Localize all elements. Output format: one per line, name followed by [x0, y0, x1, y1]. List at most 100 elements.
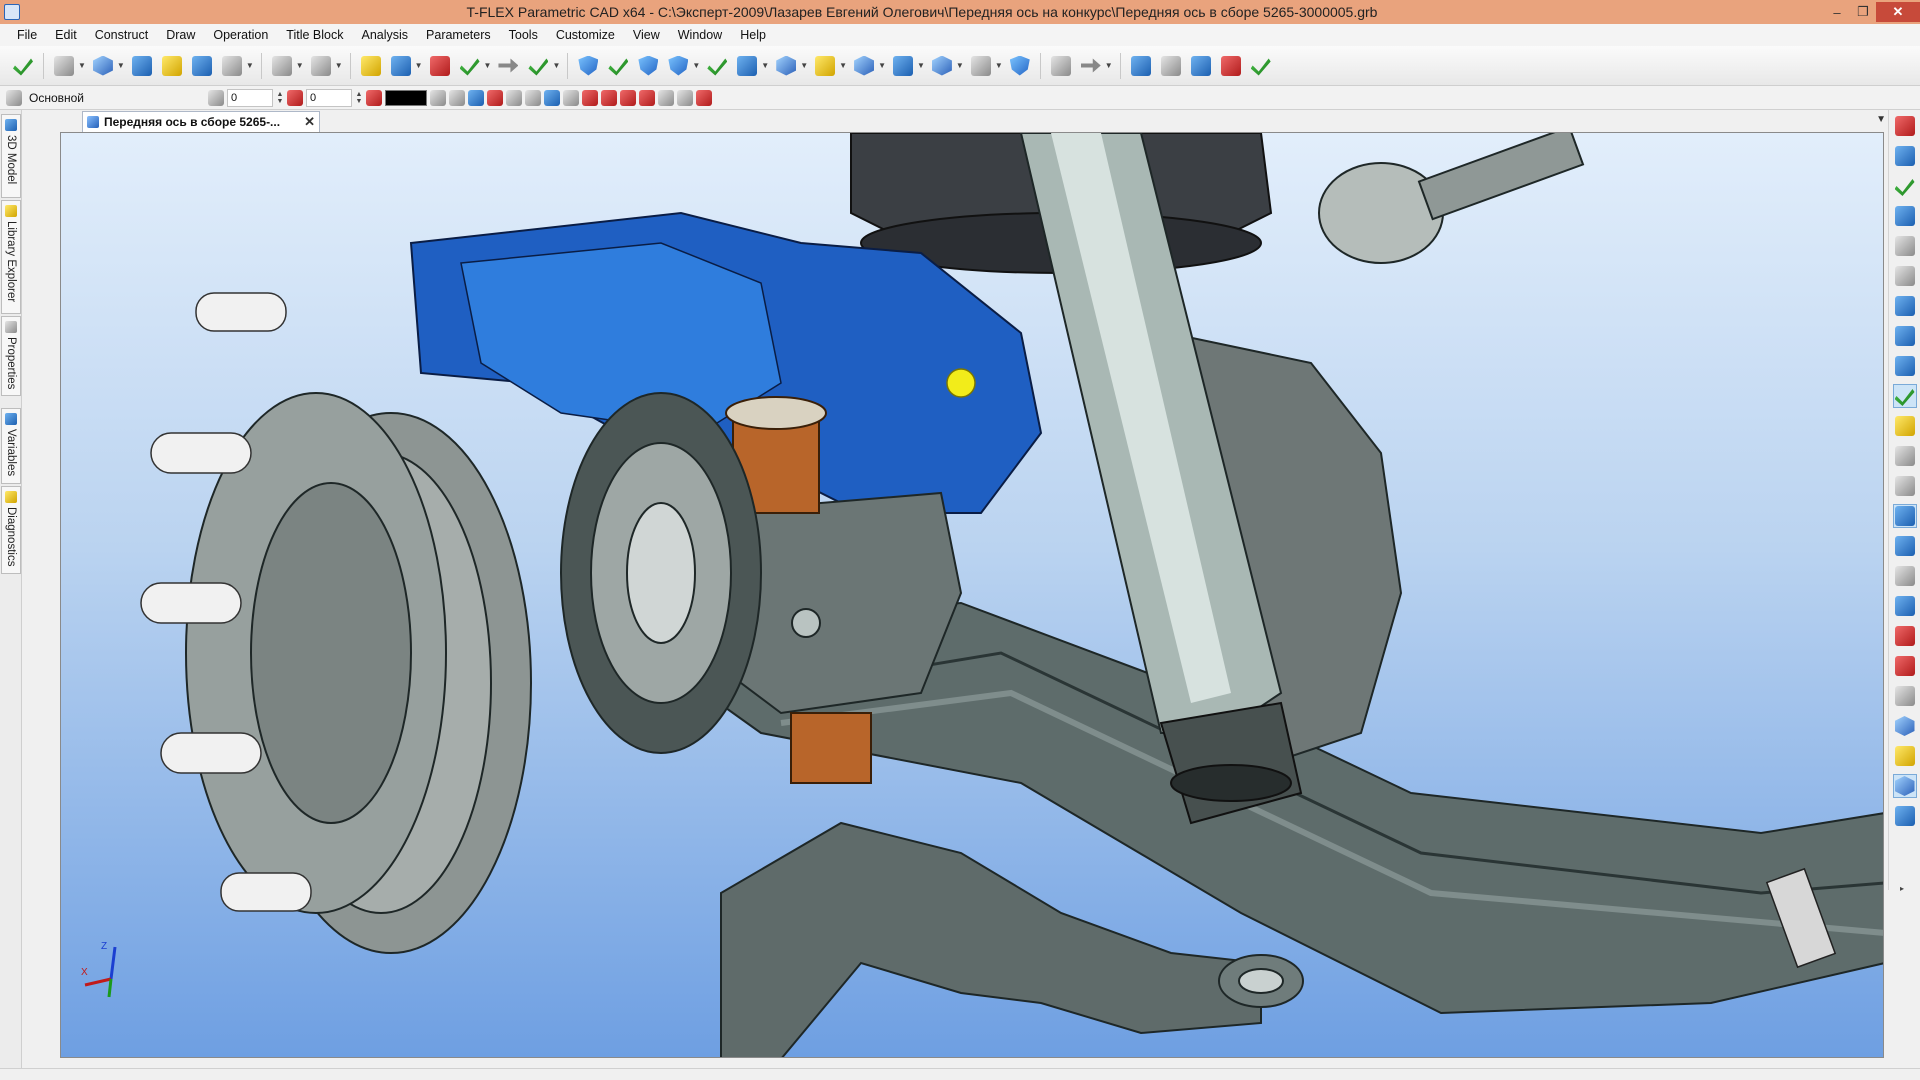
- section-button[interactable]: [1048, 53, 1074, 79]
- tab-variables[interactable]: Variables: [1, 408, 21, 484]
- zoom-previous-button[interactable]: [1893, 354, 1917, 378]
- save-button[interactable]: [189, 53, 215, 79]
- check-geometry-button[interactable]: [1893, 624, 1917, 648]
- chamfer-dropdown[interactable]: ▼: [878, 61, 886, 70]
- new-3d-dropdown[interactable]: ▼: [117, 61, 125, 70]
- extrusion-button[interactable]: [575, 53, 601, 79]
- selector-icon[interactable]: [449, 89, 465, 106]
- level-input[interactable]: 0: [227, 88, 273, 107]
- snap-toggle-button[interactable]: [1893, 174, 1917, 198]
- pan-button[interactable]: [1893, 414, 1917, 438]
- new-3d-button[interactable]: [90, 53, 116, 79]
- boolean-button[interactable]: [635, 53, 661, 79]
- select-vertex-icon[interactable]: [506, 89, 522, 106]
- redo-button[interactable]: [308, 53, 334, 79]
- restore-button[interactable]: ❐: [1850, 2, 1876, 22]
- menu-customize[interactable]: Customize: [547, 24, 624, 46]
- 3d-axis-button[interactable]: [495, 53, 521, 79]
- zoom-window-button[interactable]: [1893, 204, 1917, 228]
- menu-edit[interactable]: Edit: [46, 24, 86, 46]
- workplane-dropdown[interactable]: ▼: [415, 61, 423, 70]
- close-tab-button[interactable]: ✕: [304, 114, 315, 130]
- level-spinner[interactable]: ▲ ▼: [276, 91, 284, 105]
- sheet-metal-button[interactable]: [929, 53, 955, 79]
- templates-button[interactable]: [129, 53, 155, 79]
- menu-analysis[interactable]: Analysis: [352, 24, 417, 46]
- tab-library-explorer[interactable]: Library Explorer: [1, 200, 21, 314]
- rotation-button[interactable]: [605, 53, 631, 79]
- properties-button[interactable]: [358, 53, 384, 79]
- close-window-button[interactable]: ✕: [1876, 2, 1920, 22]
- array-dropdown[interactable]: ▼: [800, 61, 808, 70]
- confirm-button[interactable]: [10, 53, 36, 79]
- select-edge-icon[interactable]: [525, 89, 541, 106]
- orbit-button[interactable]: [1893, 444, 1917, 468]
- workplane-button[interactable]: [388, 53, 414, 79]
- menu-parameters[interactable]: Parameters: [417, 24, 500, 46]
- zoom-in-button[interactable]: [1893, 294, 1917, 318]
- 3d-profile-dropdown[interactable]: ▼: [552, 61, 560, 70]
- walk-button[interactable]: [1893, 474, 1917, 498]
- selection-mode-button[interactable]: [1892, 504, 1917, 528]
- color-swatch[interactable]: [385, 89, 427, 106]
- color-palette-icon[interactable]: [366, 89, 382, 106]
- document-tab[interactable]: Передняя ось в сборе 5265-... ✕: [82, 111, 320, 132]
- loft-button[interactable]: [704, 53, 730, 79]
- wireframe-button[interactable]: [1893, 714, 1917, 738]
- select-loop-icon[interactable]: [544, 89, 560, 106]
- menu-title-block[interactable]: Title Block: [277, 24, 352, 46]
- check-intersections-button[interactable]: [1893, 654, 1917, 678]
- shell-dropdown[interactable]: ▼: [692, 61, 700, 70]
- snap-points-button[interactable]: [1893, 144, 1917, 168]
- menu-window[interactable]: Window: [669, 24, 731, 46]
- select-fragment-icon[interactable]: [620, 89, 636, 106]
- surface-dropdown[interactable]: ▼: [995, 61, 1003, 70]
- app-icon[interactable]: [4, 4, 20, 20]
- snap-magnet-button[interactable]: [1893, 114, 1917, 138]
- fillet-button[interactable]: [812, 53, 838, 79]
- select-shell-icon[interactable]: [677, 89, 693, 106]
- deselect-icon[interactable]: [487, 89, 503, 106]
- array-button[interactable]: [773, 53, 799, 79]
- select-path-icon[interactable]: [658, 89, 674, 106]
- menu-help[interactable]: Help: [731, 24, 775, 46]
- undo-dropdown[interactable]: ▼: [296, 61, 304, 70]
- view-fragment-button[interactable]: [1248, 53, 1274, 79]
- menu-construct[interactable]: Construct: [86, 24, 158, 46]
- select-feature-icon[interactable]: [696, 89, 712, 106]
- shaded-button[interactable]: [1893, 744, 1917, 768]
- menu-tools[interactable]: Tools: [500, 24, 547, 46]
- print-button[interactable]: [219, 53, 245, 79]
- open-button[interactable]: [159, 53, 185, 79]
- layer-select[interactable]: Основной: [25, 89, 205, 107]
- measure-button[interactable]: [1078, 53, 1104, 79]
- measure-dropdown[interactable]: ▼: [1105, 61, 1113, 70]
- sweep-dropdown[interactable]: ▼: [761, 61, 769, 70]
- menu-draw[interactable]: Draw: [157, 24, 204, 46]
- new-document-button[interactable]: [51, 53, 77, 79]
- surface-button[interactable]: [968, 53, 994, 79]
- select-body-icon[interactable]: [582, 89, 598, 106]
- print-dropdown[interactable]: ▼: [246, 61, 254, 70]
- undo-button[interactable]: [269, 53, 295, 79]
- tab-diagnostics[interactable]: Diagnostics: [1, 486, 21, 574]
- select-operation-icon[interactable]: [601, 89, 617, 106]
- shaded-edges-button[interactable]: [1892, 774, 1917, 798]
- zoom-extents-button[interactable]: [1893, 234, 1917, 258]
- redo-dropdown[interactable]: ▼: [335, 61, 343, 70]
- right-toolbar-more[interactable]: ▸: [1900, 884, 1904, 893]
- menu-view[interactable]: View: [624, 24, 669, 46]
- thread-dropdown[interactable]: ▼: [917, 61, 925, 70]
- zoom-out-button[interactable]: [1893, 324, 1917, 348]
- variables-button[interactable]: [1128, 53, 1154, 79]
- 3d-node-dropdown[interactable]: ▼: [484, 61, 492, 70]
- select-face-icon[interactable]: [563, 89, 579, 106]
- thread-button[interactable]: [890, 53, 916, 79]
- sweep-button[interactable]: [734, 53, 760, 79]
- hand-tool-button[interactable]: [1893, 684, 1917, 708]
- calculator-button[interactable]: [1158, 53, 1184, 79]
- 3d-profile-button[interactable]: [525, 53, 551, 79]
- zoom-all-button[interactable]: [1893, 264, 1917, 288]
- fillet-dropdown[interactable]: ▼: [839, 61, 847, 70]
- 3d-node-button[interactable]: [457, 53, 483, 79]
